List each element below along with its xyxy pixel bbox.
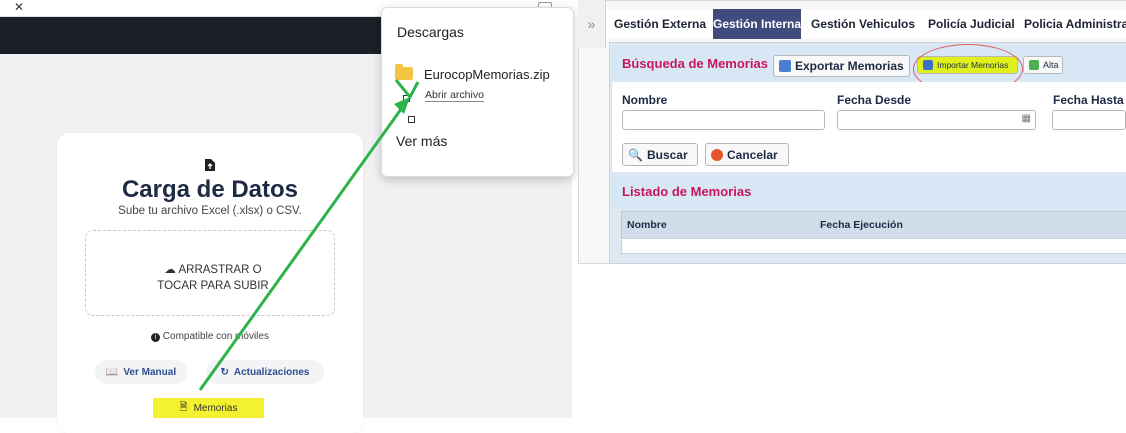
actualizaciones-button[interactable]: ↻ Actualizaciones — [206, 360, 324, 384]
book-icon: 📖 — [105, 366, 119, 378]
cloud-upload-icon: ☁ — [164, 264, 176, 276]
compat-note: i Compatible con móviles — [0, 331, 420, 342]
tab-gestion-vehiculos[interactable]: Gestión Vehiculos — [811, 9, 921, 39]
file-upload-icon — [0, 158, 420, 175]
add-file-icon — [1029, 60, 1039, 70]
column-header-nombre[interactable]: Nombre — [627, 219, 667, 231]
page-subtitle: Sube tu archivo Excel (.xlsx) o CSV. — [118, 205, 302, 217]
selection-handle — [403, 95, 410, 102]
fecha-desde-input[interactable]: ▦ — [837, 110, 1036, 130]
refresh-icon: ↻ — [220, 366, 229, 378]
fecha-hasta-label: Fecha Hasta — [1053, 93, 1124, 107]
buscar-button[interactable]: 🔍 Buscar — [622, 143, 698, 166]
page-title: Carga de Datos — [121, 176, 299, 203]
dropzone-label: ☁ ARRASTRAR O TOCAR PARA SUBIR — [157, 264, 269, 292]
busqueda-title: Búsqueda de Memorias — [622, 56, 768, 71]
zip-folder-icon — [395, 64, 413, 80]
download-file-name[interactable]: EurocopMemorias.zip — [424, 67, 550, 82]
selection-handle — [408, 116, 415, 123]
memorias-button[interactable]: 🗎 Memorias — [153, 398, 264, 418]
expand-sidebar-icon[interactable]: » — [578, 0, 606, 48]
alta-button[interactable]: Alta — [1023, 56, 1063, 74]
downloads-title: Descargas — [397, 24, 464, 40]
ver-manual-button[interactable]: 📖 Ver Manual — [95, 360, 187, 384]
tab-policia-judicial[interactable]: Policía Judicial — [928, 9, 1020, 39]
listado-title: Listado de Memorias — [622, 184, 752, 199]
tab-gestion-interna[interactable]: Gestión Interna — [713, 9, 801, 39]
export-icon — [779, 60, 791, 72]
nombre-input[interactable] — [622, 110, 825, 130]
exportar-memorias-button[interactable]: Exportar Memorias — [773, 55, 910, 77]
see-more-link[interactable]: Ver más — [396, 133, 447, 149]
calendar-icon[interactable]: ▦ — [1022, 113, 1031, 124]
fecha-hasta-input[interactable] — [1052, 110, 1126, 130]
search-icon: 🔍 — [628, 147, 643, 162]
nombre-label: Nombre — [622, 93, 668, 107]
close-icon[interactable]: ✕ — [14, 0, 24, 14]
fecha-desde-label: Fecha Desde — [837, 93, 912, 107]
file-icon: 🗎 — [179, 401, 188, 413]
tab-gestion-externa[interactable]: Gestión Externa — [614, 9, 710, 39]
cancel-icon — [711, 148, 723, 161]
open-file-link[interactable]: Abrir archivo — [425, 89, 484, 102]
info-icon: i — [151, 333, 161, 342]
column-header-fecha-ejecucion[interactable]: Fecha Ejecución — [820, 219, 903, 231]
tab-policia-administrativa[interactable]: Policia Administra — [1024, 9, 1126, 39]
table-body — [621, 238, 1126, 254]
cancelar-button[interactable]: Cancelar — [705, 143, 789, 166]
